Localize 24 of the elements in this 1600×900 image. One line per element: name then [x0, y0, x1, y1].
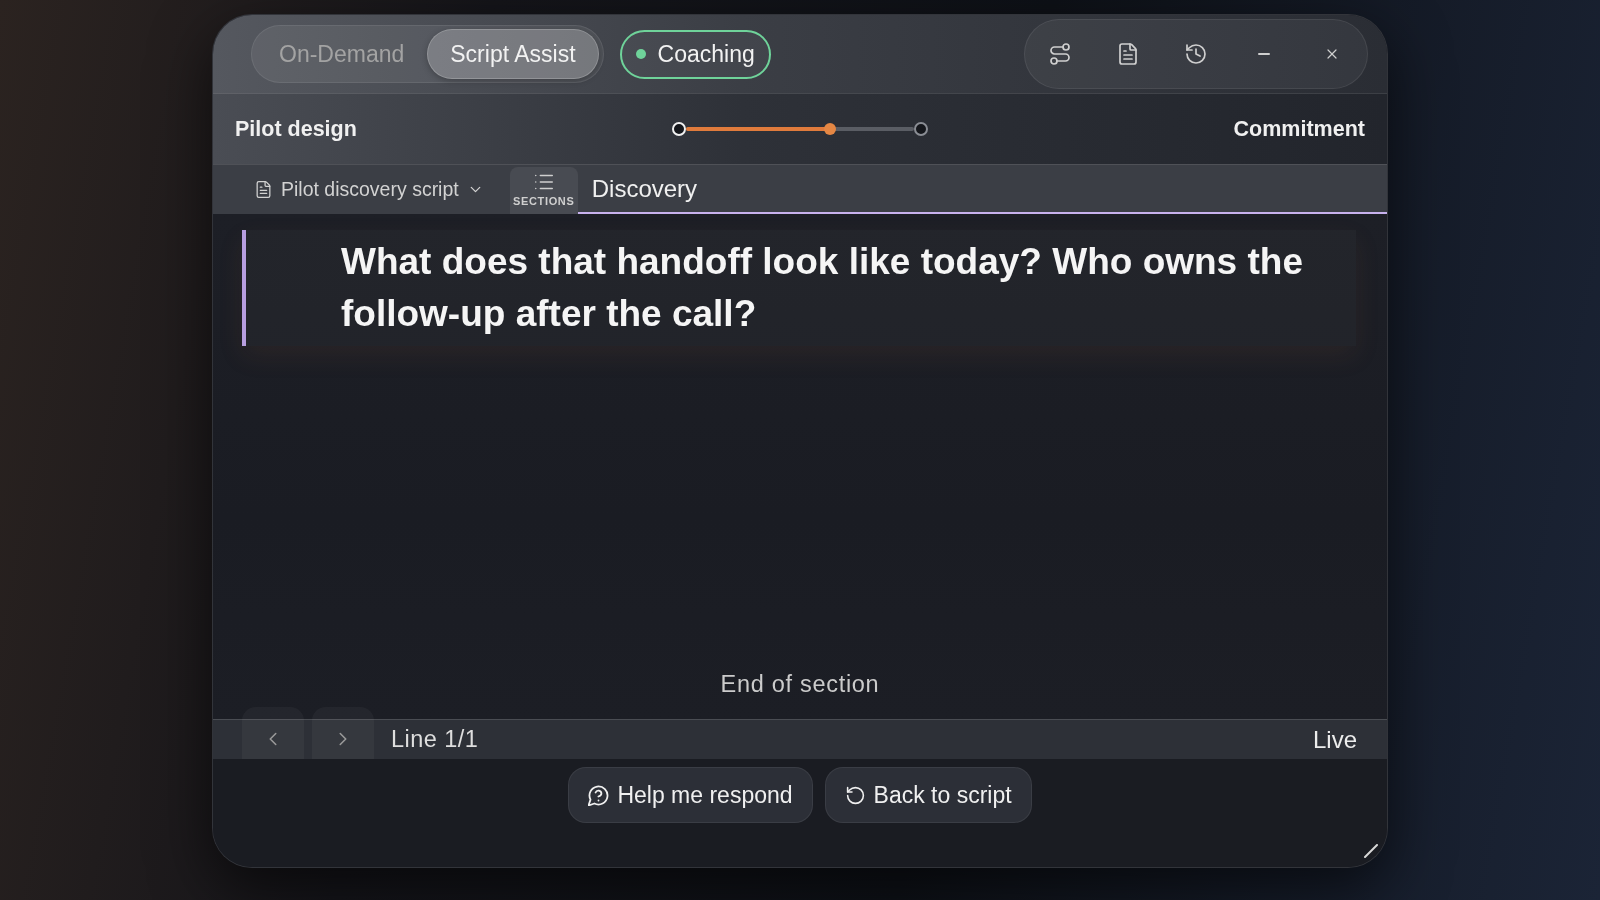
- stage-label: Pilot design: [235, 115, 358, 143]
- route-icon: [1048, 42, 1072, 66]
- script-dropdown[interactable]: Pilot discovery script: [254, 174, 484, 205]
- action-button[interactable]: Help me respond: [568, 767, 813, 823]
- help-bubble-icon: [588, 784, 610, 806]
- minimize-icon: [1258, 53, 1270, 55]
- resize-handle-icon[interactable]: [1364, 844, 1378, 858]
- question-text: What does that handoff look like today? Who owns the follow-up after the call?: [341, 240, 1304, 336]
- start-node-icon: [672, 122, 686, 136]
- live-status: Live: [1312, 724, 1357, 755]
- section-title: Discovery: [591, 173, 698, 204]
- end-of-section-label: End of section: [720, 669, 880, 699]
- document-icon: [1116, 42, 1140, 66]
- action-button[interactable]: Back to script: [824, 767, 1032, 823]
- line-counter: Line 1/1: [391, 724, 479, 754]
- stage-label: Commitment: [1232, 115, 1365, 143]
- sections-button[interactable]: SECTIONS: [509, 167, 578, 214]
- coaching-toggle[interactable]: Coaching: [619, 29, 771, 79]
- history-icon: [1184, 42, 1208, 66]
- progress-thumb[interactable]: [823, 123, 836, 135]
- undo-arrow-icon: [844, 784, 866, 806]
- mode-tab[interactable]: Script Assist: [427, 29, 599, 79]
- end-node-icon: [914, 122, 928, 136]
- document-icon: [254, 180, 273, 199]
